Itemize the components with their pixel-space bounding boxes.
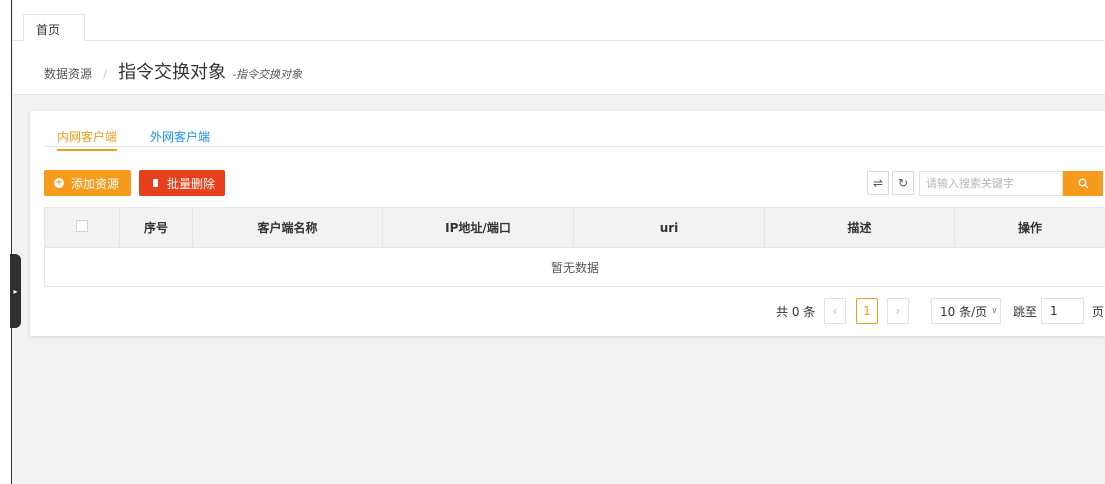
search-button[interactable] bbox=[1063, 171, 1103, 196]
prev-page-button[interactable]: ‹ bbox=[824, 298, 846, 324]
select-all-checkbox[interactable] bbox=[76, 220, 88, 232]
left-edge bbox=[0, 0, 12, 484]
refresh-icon: ↻ bbox=[897, 176, 909, 190]
pagination-total: 共 0 条 bbox=[776, 304, 816, 319]
column-header-actions[interactable]: 操作 bbox=[954, 207, 1105, 248]
column-header-description[interactable]: 描述 bbox=[764, 207, 955, 248]
chevron-right-icon: › bbox=[895, 304, 901, 318]
columns-filter-button[interactable]: ⇌ bbox=[867, 171, 889, 195]
column-header-index[interactable]: 序号 bbox=[119, 207, 193, 248]
jump-page-input[interactable]: 1 bbox=[1041, 298, 1084, 324]
client-tabs: 内网客户端 外网客户端 bbox=[45, 123, 1105, 151]
jump-label: 跳至 bbox=[1013, 304, 1038, 319]
content-card: 内网客户端 外网客户端 + 添加资源 批量删除 ⇌ ↻ 序号 客户端名称 IP地… bbox=[30, 111, 1105, 336]
add-resource-button[interactable]: + 添加资源 bbox=[44, 170, 131, 196]
tab-extranet-client[interactable]: 外网客户端 bbox=[150, 128, 210, 149]
table-row: 暂无数据 bbox=[44, 247, 1105, 287]
column-header-uri[interactable]: uri bbox=[573, 207, 765, 248]
trash-icon bbox=[153, 179, 158, 187]
breadcrumb-root[interactable]: 数据资源 bbox=[44, 65, 92, 82]
page-size-value: 10 条/页 bbox=[940, 304, 988, 319]
column-header-client-name[interactable]: 客户端名称 bbox=[192, 207, 383, 248]
page-unit-label: 页 bbox=[1092, 304, 1105, 319]
tab-intranet-client[interactable]: 内网客户端 bbox=[57, 128, 118, 151]
sidebar-toggle-button[interactable]: ▸ bbox=[10, 254, 21, 328]
page-title: 指令交换对象 bbox=[118, 62, 227, 83]
search-icon bbox=[1078, 178, 1088, 189]
chevron-left-icon: ‹ bbox=[832, 304, 838, 318]
add-resource-label: 添加资源 bbox=[71, 176, 120, 191]
batch-delete-label: 批量删除 bbox=[166, 176, 215, 191]
filter-columns-icon: ⇌ bbox=[872, 176, 884, 190]
empty-state-text: 暂无数据 bbox=[44, 247, 1105, 287]
batch-delete-button[interactable]: 批量删除 bbox=[139, 170, 225, 196]
pagination: 共 0 条 ‹ 1 › 10 条/页 ∨ 跳至 1 页 bbox=[30, 298, 1105, 326]
column-header-ip-port[interactable]: IP地址/端口 bbox=[382, 207, 574, 248]
page-size-select[interactable]: 10 条/页 ∨ bbox=[931, 298, 1001, 324]
table-header-row: 序号 客户端名称 IP地址/端口 uri 描述 操作 bbox=[44, 207, 1105, 248]
breadcrumb-separator: / bbox=[103, 67, 108, 81]
resource-table: 序号 客户端名称 IP地址/端口 uri 描述 操作 暂无数据 bbox=[44, 207, 1105, 287]
page-header: 数据资源 / 指令交换对象 -指令交换对象 bbox=[13, 41, 1105, 95]
plus-circle-icon: + bbox=[54, 178, 64, 188]
tab-bar: 首页 bbox=[13, 0, 1105, 41]
tab-home[interactable]: 首页 bbox=[23, 14, 85, 41]
breadcrumb: 数据资源 / 指令交换对象 -指令交换对象 bbox=[44, 58, 302, 84]
current-page-button[interactable]: 1 bbox=[856, 298, 878, 324]
next-page-button[interactable]: › bbox=[887, 298, 909, 324]
refresh-button[interactable]: ↻ bbox=[892, 171, 914, 195]
select-all-cell bbox=[44, 207, 120, 248]
chevron-right-icon: ▸ bbox=[13, 286, 18, 296]
page-subtitle: -指令交换对象 bbox=[232, 68, 303, 81]
chevron-down-icon: ∨ bbox=[991, 306, 998, 316]
search-input[interactable] bbox=[919, 171, 1063, 196]
